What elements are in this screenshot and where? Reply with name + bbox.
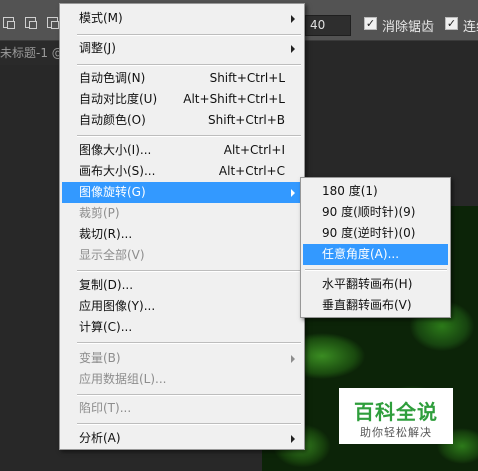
menu-item-reveal-all[interactable]: 显示全部(V) <box>62 245 302 266</box>
menu-item-label: 变量(B) <box>79 351 121 365</box>
submenu-item-rotate-90-ccw[interactable]: 90 度(逆时针)(0) <box>303 223 448 244</box>
menu-item-label: 图像旋转(G) <box>79 185 146 199</box>
watermark-logo: 百科全说 助你轻松解决 <box>339 388 453 444</box>
menu-item-label: 自动色调(N) <box>79 71 146 85</box>
menu-item-label: 陷印(T)... <box>79 401 132 415</box>
menu-item-label: 调整(J) <box>79 41 116 55</box>
menu-item-analysis[interactable]: 分析(A) <box>62 428 302 449</box>
menu-item-shortcut: Shift+Ctrl+B <box>208 113 285 127</box>
menu-item-shortcut: Shift+Ctrl+L <box>209 71 285 85</box>
tolerance-input[interactable]: 40 <box>305 15 351 36</box>
menu-item-canvas-size[interactable]: 画布大小(S)... Alt+Ctrl+C <box>62 161 302 182</box>
menu-item-shortcut: Alt+Ctrl+C <box>218 164 285 178</box>
menu-separator <box>77 34 301 36</box>
submenu-item-rotate-180[interactable]: 180 度(1) <box>303 181 448 202</box>
menu-item-apply-data-set[interactable]: 应用数据组(L)... <box>62 369 302 390</box>
submenu-item-label: 垂直翻转画布(V) <box>322 298 412 312</box>
menu-item-auto-color[interactable]: 自动颜色(O) Shift+Ctrl+B <box>62 110 302 131</box>
menu-item-label: 裁切(R)... <box>79 227 133 241</box>
contiguous-checkbox[interactable]: ✓ <box>445 17 458 30</box>
menu-item-auto-contrast[interactable]: 自动对比度(U) Alt+Shift+Ctrl+L <box>62 89 302 110</box>
menu-item-label: 图像大小(I)... <box>79 143 152 157</box>
submenu-item-arbitrary[interactable]: 任意角度(A)... <box>303 244 448 265</box>
menu-item-apply-image[interactable]: 应用图像(Y)... <box>62 296 302 317</box>
submenu-item-label: 90 度(顺时针)(9) <box>322 205 416 219</box>
menu-item-label: 计算(C)... <box>79 320 133 334</box>
menu-item-image-rotation[interactable]: 图像旋转(G) <box>62 182 302 203</box>
menu-item-label: 裁剪(P) <box>79 206 120 220</box>
menu-item-calculations[interactable]: 计算(C)... <box>62 317 302 338</box>
anti-alias-checkbox[interactable]: ✓ <box>364 17 377 30</box>
menu-item-image-size[interactable]: 图像大小(I)... Alt+Ctrl+I <box>62 140 302 161</box>
contiguous-label: 连续 <box>463 20 478 35</box>
menu-item-label: 分析(A) <box>79 431 121 445</box>
submenu-item-flip-horizontal[interactable]: 水平翻转画布(H) <box>303 274 448 295</box>
submenu-arrow-icon <box>291 189 295 197</box>
menu-separator <box>77 64 301 66</box>
image-rotation-submenu: 180 度(1) 90 度(顺时针)(9) 90 度(逆时针)(0) 任意角度(… <box>300 177 451 318</box>
document-tab-title: 未标题-1 @ <box>0 46 60 60</box>
menu-item-trap[interactable]: 陷印(T)... <box>62 398 302 419</box>
menu-item-shortcut: Alt+Ctrl+I <box>223 143 285 157</box>
menu-item-mode[interactable]: 模式(M) <box>62 8 302 29</box>
menu-item-variables[interactable]: 变量(B) <box>62 348 302 369</box>
submenu-arrow-icon <box>291 435 295 443</box>
submenu-arrow-icon <box>291 355 295 363</box>
submenu-arrow-icon <box>291 15 295 23</box>
menu-item-label: 画布大小(S)... <box>79 164 156 178</box>
new-selection-icon[interactable] <box>3 17 15 29</box>
menu-item-duplicate[interactable]: 复制(D)... <box>62 275 302 296</box>
menu-item-label: 应用数据组(L)... <box>79 372 167 386</box>
add-to-selection-icon[interactable] <box>25 17 37 29</box>
menu-separator <box>77 423 301 425</box>
anti-alias-label: 消除锯齿 <box>382 20 435 35</box>
menu-item-label: 显示全部(V) <box>79 248 145 262</box>
watermark-title: 百科全说 <box>354 400 438 424</box>
image-menu: 模式(M) 调整(J) 自动色调(N) Shift+Ctrl+L 自动对比度(U… <box>59 3 305 450</box>
menu-separator <box>305 269 447 271</box>
submenu-item-label: 180 度(1) <box>322 184 378 198</box>
subtract-from-selection-icon[interactable] <box>47 17 59 29</box>
menu-item-crop[interactable]: 裁剪(P) <box>62 203 302 224</box>
menu-item-auto-tone[interactable]: 自动色调(N) Shift+Ctrl+L <box>62 68 302 89</box>
menu-item-trim[interactable]: 裁切(R)... <box>62 224 302 245</box>
menu-item-label: 模式(M) <box>79 11 123 25</box>
menu-item-adjustments[interactable]: 调整(J) <box>62 38 302 59</box>
menu-item-label: 应用图像(Y)... <box>79 299 156 313</box>
document-tab[interactable]: 未标题-1 @ <box>0 41 60 65</box>
menu-separator <box>77 394 301 396</box>
submenu-item-label: 90 度(逆时针)(0) <box>322 226 416 240</box>
menu-separator <box>77 135 301 137</box>
menu-item-label: 自动对比度(U) <box>79 92 158 106</box>
menu-item-label: 复制(D)... <box>79 278 134 292</box>
submenu-arrow-icon <box>291 45 295 53</box>
menu-item-shortcut: Alt+Shift+Ctrl+L <box>183 92 285 106</box>
submenu-item-label: 水平翻转画布(H) <box>322 277 413 291</box>
submenu-item-rotate-90-cw[interactable]: 90 度(顺时针)(9) <box>303 202 448 223</box>
menu-separator <box>77 342 301 344</box>
menu-separator <box>77 270 301 272</box>
watermark-subtitle: 助你轻松解决 <box>360 426 432 439</box>
submenu-item-label: 任意角度(A)... <box>322 247 400 261</box>
submenu-item-flip-vertical[interactable]: 垂直翻转画布(V) <box>303 295 448 316</box>
menu-item-label: 自动颜色(O) <box>79 113 146 127</box>
